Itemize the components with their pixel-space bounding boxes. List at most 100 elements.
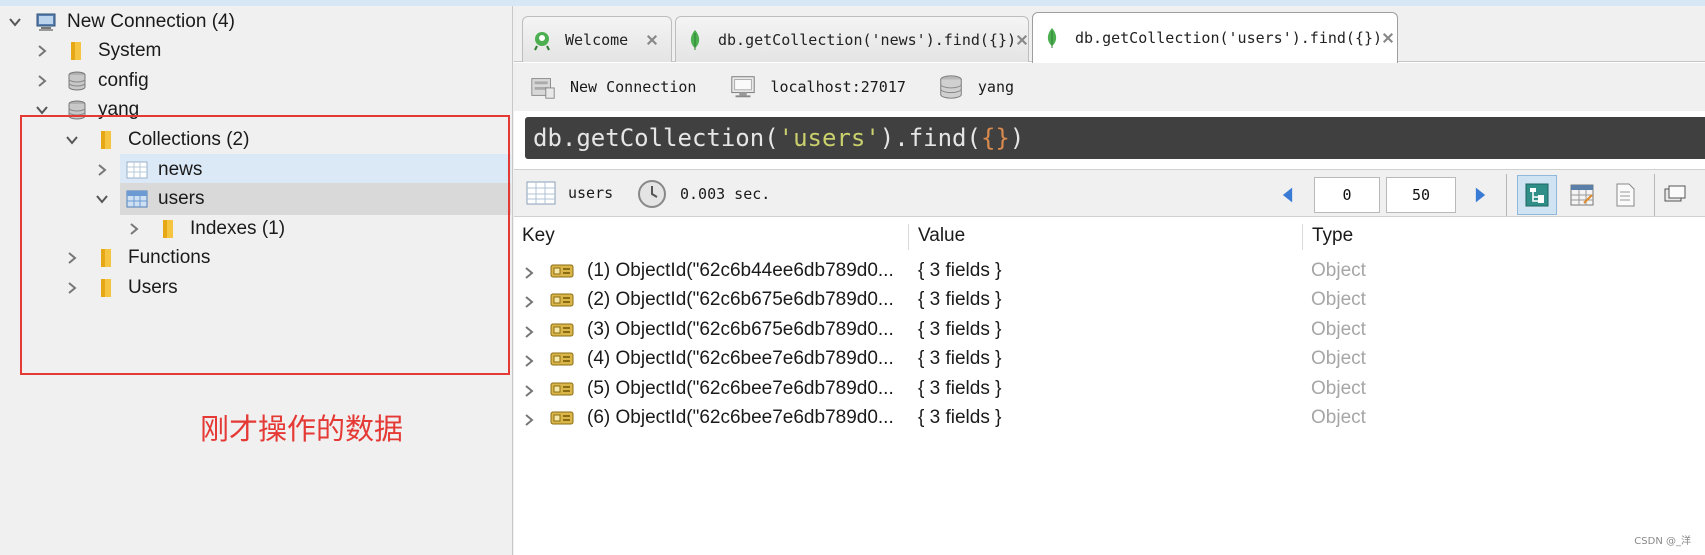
- close-icon[interactable]: [1016, 33, 1028, 47]
- row-value: { 3 fields }: [918, 377, 1002, 399]
- annotation-highlight-box: [20, 115, 510, 375]
- row-type: Object: [1311, 318, 1366, 340]
- folder-icon: [66, 40, 88, 62]
- row-type: Object: [1311, 289, 1366, 311]
- chevron-right-icon[interactable]: [522, 293, 536, 309]
- watermark: CSDN @_洋: [1634, 536, 1691, 547]
- computer-icon: [35, 11, 57, 33]
- skip-input[interactable]: [1314, 177, 1380, 213]
- row-type: Object: [1311, 377, 1366, 399]
- tab-label: db.getCollection('users').find({}): [1075, 29, 1383, 47]
- row-value: { 3 fields }: [918, 289, 1002, 311]
- row-type: Object: [1311, 260, 1366, 281]
- table-row[interactable]: (4) ObjectId("62c6bee7e6db789d0... { 3 fi…: [514, 343, 1705, 375]
- mongodb-leaf-icon: [1041, 27, 1063, 49]
- tab-news-query[interactable]: db.getCollection('news').find({}): [675, 16, 1029, 62]
- query-suffix: ): [1009, 124, 1025, 152]
- chevron-down-icon[interactable]: [5, 12, 25, 32]
- query-prefix: db.getCollection(: [533, 124, 779, 152]
- row-value: { 3 fields }: [918, 318, 1002, 340]
- query-editor[interactable]: db.getCollection('users').find({}): [525, 117, 1705, 159]
- chevron-right-icon[interactable]: [32, 41, 52, 61]
- tree-node-connection[interactable]: New Connection (4): [5, 6, 235, 38]
- close-icon[interactable]: [645, 33, 659, 47]
- row-key: (5) ObjectId("62c6bee7e6db789d0...: [587, 377, 894, 399]
- row-key: (6) ObjectId("62c6bee7e6db789d0...: [587, 407, 894, 428]
- chevron-right-icon[interactable]: [522, 411, 536, 426]
- text-view-button[interactable]: [1605, 175, 1645, 215]
- robot-icon: [531, 29, 553, 51]
- tree-view-icon: [1525, 183, 1549, 207]
- table-view-button[interactable]: [1562, 175, 1602, 215]
- tree-node-system[interactable]: System: [32, 35, 161, 67]
- more-options-button[interactable]: [1662, 175, 1692, 215]
- tab-bar: Welcome db.getCollection('news').find({}…: [514, 6, 1705, 63]
- tab-welcome[interactable]: Welcome: [522, 16, 672, 62]
- table-row[interactable]: (5) ObjectId("62c6bee7e6db789d0... { 3 fi…: [514, 373, 1705, 405]
- query-filter: {}: [980, 124, 1010, 152]
- limit-input[interactable]: [1386, 177, 1456, 213]
- text-view-icon: [1616, 183, 1635, 207]
- results-time: 0.003 sec.: [636, 178, 770, 210]
- next-page-icon[interactable]: [1474, 186, 1487, 204]
- toolbar-divider: [1654, 174, 1655, 216]
- document-icon: [550, 290, 574, 310]
- tab-label: Welcome: [565, 30, 629, 49]
- results-collection-name: users: [568, 184, 614, 202]
- monitor-icon: [728, 72, 758, 102]
- mongodb-leaf-icon: [684, 29, 706, 51]
- row-key: (3) ObjectId("62c6b675e6db789d0...: [587, 318, 894, 340]
- chevron-right-icon[interactable]: [522, 382, 536, 397]
- tree-label-system: System: [98, 40, 162, 61]
- tab-label: db.getCollection('news').find({}): [718, 30, 1017, 49]
- query-method: ).find(: [879, 124, 981, 152]
- table-grid-icon: [526, 178, 556, 208]
- tab-users-query[interactable]: db.getCollection('users').find({}): [1032, 12, 1398, 63]
- document-icon: [550, 261, 574, 281]
- table-row[interactable]: (2) ObjectId("62c6b675e6db789d0... { 3 fi…: [514, 284, 1705, 316]
- table-view-icon: [1570, 184, 1594, 206]
- results-toolbar: users 0.003 sec.: [514, 169, 1705, 217]
- query-workspace: Welcome db.getCollection('news').find({}…: [514, 6, 1705, 555]
- column-divider[interactable]: [908, 224, 909, 250]
- connection-info-bar: New Connection localhost:27017 yang: [514, 63, 1705, 111]
- table-row[interactable]: (1) ObjectId("62c6b44ee6db789d0... { 3 fi…: [514, 255, 1705, 287]
- column-divider[interactable]: [1302, 224, 1303, 250]
- chevron-right-icon[interactable]: [522, 264, 536, 279]
- row-value: { 3 fields }: [918, 260, 1002, 281]
- results-grid-header: Key Value Type: [514, 218, 1705, 253]
- row-key: (4) ObjectId("62c6bee7e6db789d0...: [587, 348, 894, 370]
- close-icon[interactable]: [1382, 31, 1394, 45]
- column-header-type[interactable]: Type: [1304, 218, 1704, 253]
- database-icon: [936, 72, 966, 102]
- row-type: Object: [1311, 407, 1366, 428]
- table-row[interactable]: (6) ObjectId("62c6bee7e6db789d0... { 3 fi…: [514, 402, 1705, 434]
- row-key: (2) ObjectId("62c6b675e6db789d0...: [587, 289, 894, 311]
- clock-icon: [636, 178, 668, 210]
- execution-time: 0.003 sec.: [680, 185, 771, 203]
- document-icon: [550, 349, 574, 369]
- document-icon: [550, 408, 574, 428]
- row-value: { 3 fields }: [918, 348, 1002, 370]
- chevron-right-icon[interactable]: [522, 352, 536, 367]
- tree-node-config[interactable]: config: [32, 65, 149, 97]
- connection-tree-panel: New Connection (4) System config yang Co…: [0, 6, 513, 555]
- column-header-value[interactable]: Value: [910, 218, 1300, 253]
- host-info: localhost:27017: [728, 72, 906, 102]
- annotation-text: 刚才操作的数据: [200, 412, 404, 446]
- database-name: yang: [977, 78, 1015, 96]
- prev-page-icon[interactable]: [1281, 186, 1294, 204]
- document-icon: [550, 379, 574, 399]
- row-value: { 3 fields }: [918, 407, 1002, 428]
- table-row[interactable]: (3) ObjectId("62c6b675e6db789d0... { 3 fi…: [514, 314, 1705, 346]
- chevron-right-icon[interactable]: [522, 323, 536, 338]
- row-type: Object: [1311, 348, 1366, 370]
- connection-name: New Connection: [570, 78, 697, 96]
- tree-label-config: config: [98, 70, 149, 91]
- column-header-key[interactable]: Key: [514, 218, 908, 253]
- connection-info: New Connection: [528, 72, 696, 102]
- tree-view-button[interactable]: [1517, 175, 1557, 215]
- database-info: yang: [936, 72, 1014, 102]
- window-icon: [1664, 185, 1686, 202]
- chevron-right-icon[interactable]: [32, 71, 52, 91]
